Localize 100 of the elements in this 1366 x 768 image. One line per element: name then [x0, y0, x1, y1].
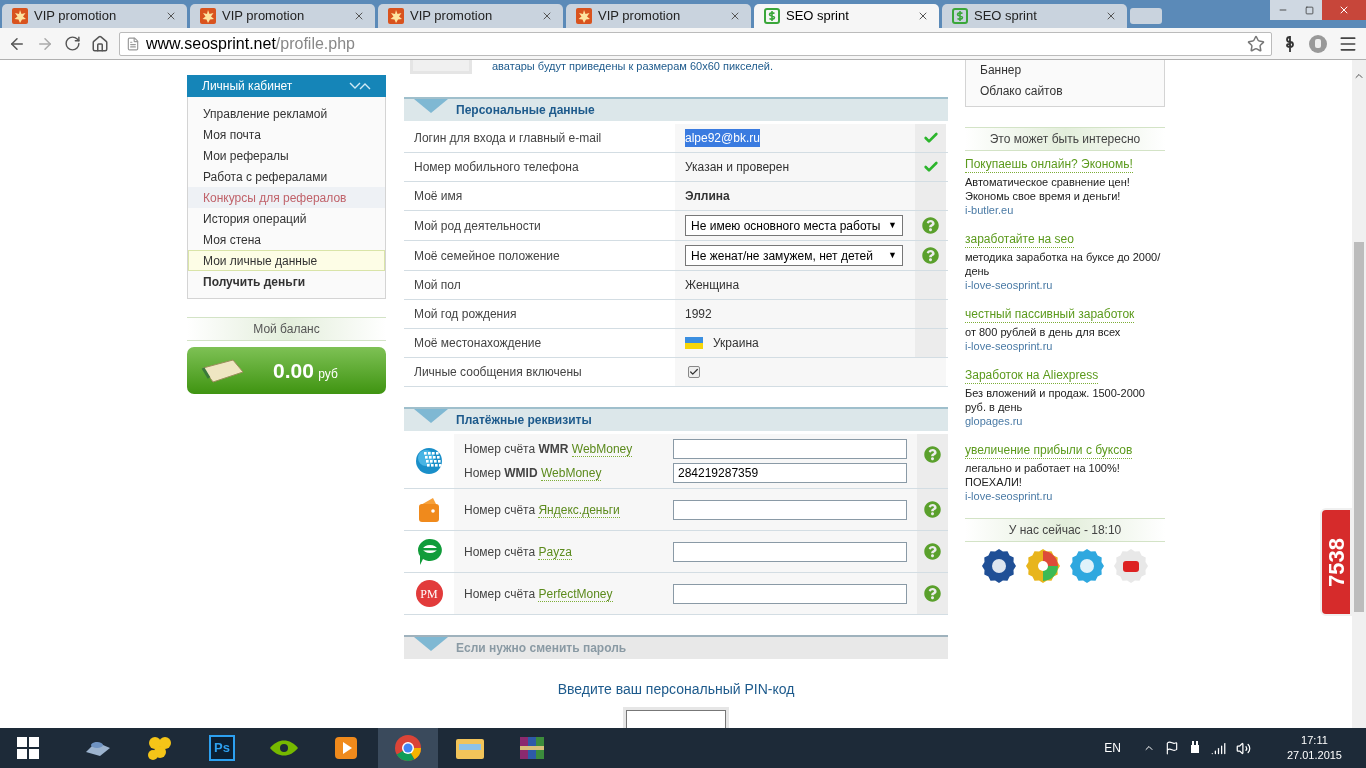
box-link[interactable]: Облако сайтов — [980, 81, 1150, 102]
taskbar-app[interactable] — [378, 728, 438, 768]
menu-item[interactable]: История операций — [188, 208, 385, 229]
burst-favicon-icon — [12, 8, 28, 24]
windows-start-icon[interactable] — [17, 737, 39, 759]
clock-time: 17:11 — [1301, 733, 1328, 748]
browser-tab[interactable]: VIP promotion — [190, 4, 375, 28]
signal-icon[interactable] — [1210, 740, 1226, 756]
scrollbar-thumb[interactable] — [1354, 242, 1364, 612]
menu-item[interactable]: Мои рефералы — [188, 145, 385, 166]
pm-logo-icon: PM — [415, 580, 443, 607]
shield-icon[interactable] — [1308, 33, 1328, 54]
checkmark-icon — [922, 159, 939, 175]
collapse-arrows-icon[interactable] — [349, 82, 371, 90]
menu-item[interactable]: Конкурсы для рефералов — [188, 187, 385, 208]
scrollbar[interactable] — [1352, 60, 1366, 728]
field-label: Номер счёта Яндекс.деньги — [464, 501, 621, 519]
field-label: Мой пол — [413, 277, 462, 294]
input-field[interactable] — [673, 583, 907, 604]
ad-title-link[interactable]: Заработок на Aliexpress — [965, 368, 1099, 384]
help-icon[interactable] — [924, 501, 941, 518]
ad-domain: i-love-seosprint.ru — [965, 278, 1054, 293]
field-label: Моё местонахождение — [413, 335, 543, 352]
browser-tab[interactable]: SEO sprint — [754, 4, 939, 28]
ad-title-link[interactable]: заработайте на seo — [965, 232, 1074, 248]
field-label: Моё имя — [413, 188, 464, 205]
input-field[interactable] — [673, 541, 907, 562]
ad-title-link[interactable]: Покупаешь онлайн? Экономь! — [965, 157, 1133, 173]
input-field[interactable]: 284219287359 — [673, 463, 907, 483]
power-plug-icon[interactable] — [1188, 741, 1201, 755]
checkbox[interactable] — [688, 366, 700, 378]
close-icon[interactable] — [1105, 10, 1117, 22]
balance-amount: 0.00 руб — [273, 357, 338, 384]
close-icon[interactable] — [917, 10, 929, 22]
menu-item[interactable]: Моя стена — [188, 229, 385, 250]
bookmark-star-icon[interactable] — [1247, 34, 1265, 53]
menu-item[interactable]: Моя почта — [188, 124, 385, 145]
menu-item[interactable]: Мои личные данные — [188, 250, 385, 271]
pin-input[interactable] — [626, 710, 726, 728]
flag-icon[interactable] — [1164, 741, 1179, 755]
taskbar-app[interactable]: Ps — [192, 728, 252, 768]
menu-item[interactable]: Получить деньги — [188, 271, 385, 292]
dropdown[interactable]: Не имею основного места работы ▼ — [685, 215, 903, 236]
menu-item[interactable]: Управление рекламой — [188, 103, 385, 124]
social-badge-icon[interactable] — [981, 548, 1017, 584]
pin-label: Введите ваш персональный PIN-код — [557, 680, 795, 699]
browser-tab[interactable]: VIP promotion — [2, 4, 187, 28]
close-icon[interactable] — [165, 10, 177, 22]
dollar-favicon-icon — [952, 8, 968, 24]
section-title: Персональные данные — [456, 102, 595, 119]
input-field[interactable] — [673, 499, 907, 520]
browser-tab[interactable]: VIP promotion — [378, 4, 563, 28]
field-value: Эллина — [685, 188, 730, 205]
payment-link[interactable]: WebMoney — [571, 442, 633, 457]
sidebar-title: Личный кабинет — [202, 78, 293, 95]
close-icon[interactable] — [353, 10, 365, 22]
ad-domain: i-love-seosprint.ru — [965, 339, 1054, 354]
browser-tab[interactable]: VIP promotion — [566, 4, 751, 28]
home-icon[interactable] — [91, 34, 109, 53]
payment-link[interactable]: Payza — [538, 544, 572, 560]
tab-title: VIP promotion — [222, 7, 306, 26]
help-icon[interactable] — [924, 585, 941, 602]
help-icon[interactable] — [922, 247, 939, 264]
help-icon[interactable] — [924, 446, 941, 463]
input-field[interactable] — [673, 439, 907, 459]
speech-bubble-icon — [415, 536, 443, 567]
tab-title: SEO sprint — [786, 7, 850, 26]
media-player-icon — [333, 735, 359, 761]
wallet-icon — [416, 495, 442, 524]
ad-title-link[interactable]: честный пассивный заработок — [965, 307, 1135, 323]
field-value: Украина — [713, 335, 759, 352]
address-bar[interactable]: www.seosprint.net/profile.php — [119, 31, 1272, 56]
triangle-icon — [414, 409, 448, 423]
counter-widget[interactable]: 7538 — [1320, 508, 1352, 616]
close-icon[interactable] — [541, 10, 553, 22]
banknotes-icon — [201, 357, 245, 384]
payment-link[interactable]: WebMoney — [540, 466, 602, 481]
field-label: Моё семейное положение — [413, 247, 561, 265]
payment-link[interactable]: PerfectMoney — [538, 586, 613, 602]
volume-icon[interactable] — [1235, 740, 1251, 756]
language-indicator[interactable]: EN — [1104, 739, 1121, 757]
sidebar-header[interactable]: Личный кабинет — [187, 75, 386, 97]
social-badge-icon[interactable] — [1113, 548, 1149, 584]
avatar-note: аватары будут приведены к размерам 60x60 пикселей. — [492, 60, 774, 74]
box-link[interactable]: Баннер — [980, 60, 1150, 81]
browser-tab[interactable]: SEO sprint — [942, 4, 1127, 28]
help-icon[interactable] — [924, 543, 941, 560]
field-label: Номер WMID WebMoney — [464, 465, 603, 482]
field-label: Номер счёта PerfectMoney — [464, 585, 614, 603]
tab-title: VIP promotion — [34, 7, 118, 26]
payment-link[interactable]: Яндекс.деньги — [538, 502, 620, 518]
clock[interactable]: 17:11 27.01.2015 — [1286, 733, 1342, 763]
social-badge-icon[interactable] — [1025, 548, 1061, 584]
field-value: Женщина — [685, 277, 740, 294]
help-icon[interactable] — [922, 217, 939, 234]
reload-icon[interactable] — [64, 35, 81, 52]
ad-title-link[interactable]: увеличение прибыли с буксов — [965, 443, 1133, 459]
dropdown[interactable]: Не женат/не замужем, нет детей ▼ — [685, 245, 903, 266]
close-icon[interactable] — [729, 10, 741, 22]
menu-item[interactable]: Работа с рефералами — [188, 166, 385, 187]
